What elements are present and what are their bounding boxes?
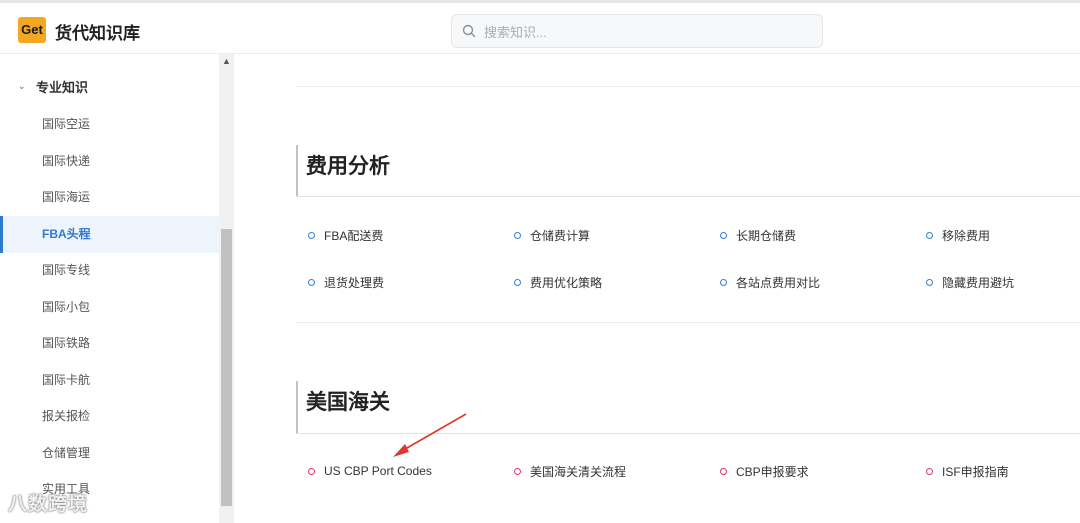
bullet-icon	[926, 231, 933, 239]
link-isf-guide[interactable]: ISF申报指南	[926, 462, 1009, 480]
app-title[interactable]: 货代知识库	[55, 19, 140, 44]
bullet-icon	[926, 467, 933, 475]
link-fee-optimization[interactable]: 费用优化策略	[514, 273, 602, 291]
logo[interactable]: Get	[18, 17, 46, 43]
search-input[interactable]	[484, 21, 804, 43]
sidebar-item-dedicated-line[interactable]: 国际专线	[0, 252, 219, 289]
sidebar-section-label: 专业知识	[36, 79, 89, 95]
sidebar-item-air-freight[interactable]: 国际空运	[0, 106, 219, 143]
link-hidden-fees[interactable]: 隐藏费用避坑	[926, 273, 1014, 291]
bullet-icon	[720, 467, 727, 475]
sidebar-item-customs[interactable]: 报关报检	[0, 398, 219, 435]
sidebar-item-ocean-freight[interactable]: 国际海运	[0, 179, 219, 216]
link-storage-fee-calc[interactable]: 仓储费计算	[514, 226, 590, 244]
bullet-icon	[308, 278, 315, 286]
scrollbar-thumb[interactable]	[221, 229, 232, 506]
section-underline	[296, 196, 1080, 197]
sidebar-section-professional[interactable]: ⌄ 专业知识	[18, 76, 88, 96]
sidebar-item-fba[interactable]: FBA头程	[0, 216, 219, 253]
sidebar-item-express[interactable]: 国际快递	[0, 143, 219, 180]
link-return-fee[interactable]: 退货处理费	[308, 273, 384, 291]
watermark: 八数跨境	[8, 494, 89, 515]
bullet-icon	[514, 467, 521, 475]
link-us-customs-clearance[interactable]: 美国海关清关流程	[514, 462, 626, 480]
link-site-fee-compare[interactable]: 各站点费用对比	[720, 273, 820, 291]
bullet-icon	[308, 231, 315, 239]
link-fba-delivery-fee[interactable]: FBA配送费	[308, 226, 383, 244]
link-long-term-storage[interactable]: 长期仓储费	[720, 226, 796, 244]
annotation-arrow-icon	[393, 413, 467, 457]
section-divider	[296, 322, 1080, 323]
chevron-down-icon: ⌄	[18, 80, 26, 91]
bullet-icon	[514, 231, 521, 239]
section-divider	[296, 86, 1080, 87]
sidebar: ⌄ 专业知识 国际空运 国际快递 国际海运 FBA头程 国际专线 国际小包 国际…	[0, 54, 234, 523]
link-cbp-requirements[interactable]: CBP申报要求	[720, 462, 809, 480]
sidebar-scrollbar[interactable]: ▲	[219, 54, 234, 523]
bullet-icon	[514, 278, 521, 286]
bullet-icon	[720, 278, 727, 286]
search-box[interactable]	[451, 14, 823, 48]
search-icon	[462, 24, 476, 38]
sidebar-item-warehouse[interactable]: 仓储管理	[0, 435, 219, 472]
scroll-up-icon[interactable]: ▲	[219, 54, 234, 68]
sidebar-item-small-parcel[interactable]: 国际小包	[0, 289, 219, 326]
main-content: 费用分析 FBA配送费 仓储费计算 长期仓储费 移除费用 退货处理费 费用优化策…	[234, 54, 1080, 523]
link-us-cbp-port-codes[interactable]: US CBP Port Codes	[308, 462, 432, 480]
bullet-icon	[926, 278, 933, 286]
bullet-icon	[720, 231, 727, 239]
link-removal-fee[interactable]: 移除费用	[926, 226, 990, 244]
section-title-us-customs: 美国海关	[296, 381, 390, 433]
section-title-fees: 费用分析	[296, 145, 390, 197]
sidebar-item-truck[interactable]: 国际卡航	[0, 362, 219, 399]
bullet-icon	[308, 467, 315, 475]
sidebar-item-railway[interactable]: 国际铁路	[0, 325, 219, 362]
top-bar: Get 货代知识库	[0, 0, 1080, 54]
